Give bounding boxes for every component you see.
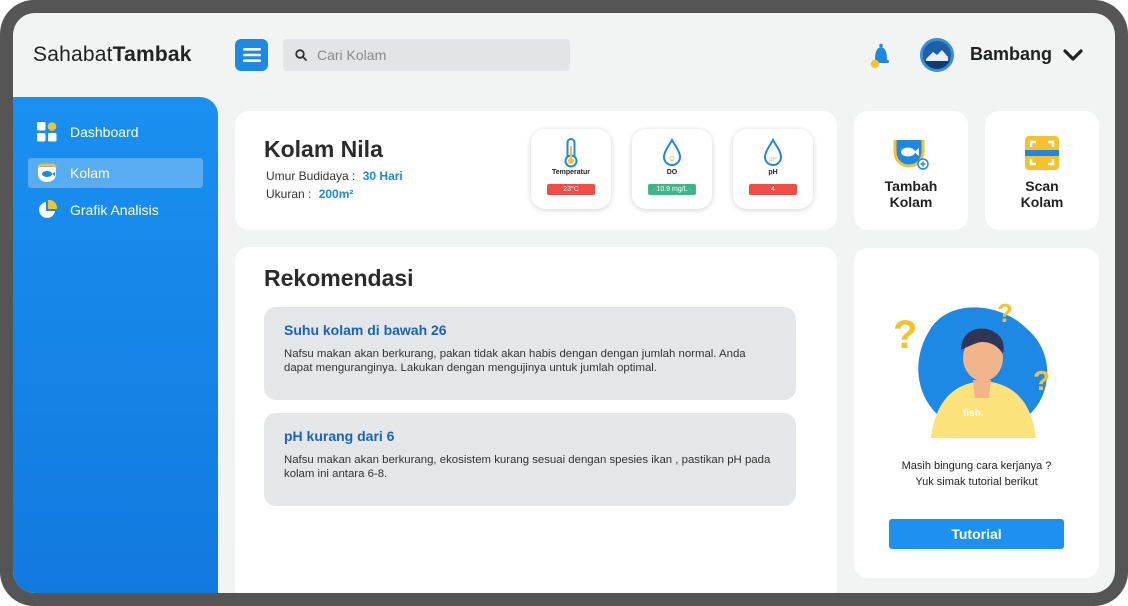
user-avatar[interactable] bbox=[920, 38, 954, 72]
pond-fish-icon bbox=[36, 162, 58, 184]
bell-icon bbox=[870, 43, 889, 69]
help-line2: Yuk simak tutorial berikut bbox=[915, 476, 1038, 488]
chevron-down-icon bbox=[1063, 49, 1083, 61]
sensor-value-badge: 4 bbox=[749, 184, 797, 195]
sensor-label: pH bbox=[768, 169, 778, 176]
svg-text:O: O bbox=[669, 156, 675, 163]
sidebar-item-label: Dashboard bbox=[70, 124, 139, 140]
sidebar-item-grafik-analisis[interactable]: Grafik Analisis bbox=[28, 195, 203, 225]
recommendation-heading: Suhu kolam di bawah 26 bbox=[284, 322, 447, 338]
device-frame: SahabatTambak Cari Kolam Bambang Dashboa… bbox=[0, 0, 1128, 606]
pond-size-value: 200m² bbox=[318, 187, 354, 201]
scan-pond-label: Scan Kolam bbox=[985, 178, 1099, 210]
pond-title: Kolam Nila bbox=[264, 136, 383, 162]
sensor-value-badge: 23°C bbox=[547, 184, 595, 195]
help-message: Masih bingung cara kerjanya ? Yuk simak … bbox=[854, 458, 1099, 490]
thermometer-icon bbox=[564, 138, 578, 168]
svg-text:?: ? bbox=[893, 313, 917, 357]
scan-icon bbox=[1025, 136, 1059, 170]
recommendation-card[interactable]: Suhu kolam di bawah 26 Nafsu makan akan … bbox=[264, 307, 796, 400]
sidebar-item-dashboard[interactable]: Dashboard bbox=[28, 117, 203, 147]
user-menu-toggle[interactable] bbox=[1062, 45, 1084, 65]
brand-light: Sahabat bbox=[33, 43, 113, 66]
recommendations-panel: Rekomendasi Suhu kolam di bawah 26 Nafsu… bbox=[235, 247, 837, 593]
pie-chart-icon bbox=[36, 199, 58, 221]
sensor-ph[interactable]: pH pH 4 bbox=[733, 129, 813, 209]
recommendation-body: Nafsu makan akan berkurang, pakan tidak … bbox=[284, 348, 746, 374]
user-name[interactable]: Bambang bbox=[970, 44, 1052, 65]
pond-age-value: 30 Hari bbox=[362, 169, 403, 183]
sensor-do[interactable]: O DO 10.9 mg/L bbox=[632, 129, 712, 209]
tutorial-button[interactable]: Tutorial bbox=[889, 519, 1064, 549]
help-line1: Masih bingung cara kerjanya ? bbox=[901, 460, 1052, 472]
add-pond-label-line1: Tambah bbox=[884, 178, 938, 194]
hamburger-icon bbox=[242, 48, 261, 62]
search-icon bbox=[295, 49, 307, 61]
confused-person-illustration: fish. ? ? ? bbox=[893, 298, 1050, 438]
pond-size-label: Ukuran : bbox=[266, 187, 312, 201]
scan-pond-label-line2: Kolam bbox=[1020, 194, 1064, 210]
recommendation-card[interactable]: pH kurang dari 6 Nafsu makan akan berkur… bbox=[264, 413, 796, 506]
dashboard-grid-icon bbox=[36, 121, 58, 143]
svg-text:?: ? bbox=[1033, 365, 1050, 396]
add-pond-label-line2: Kolam bbox=[889, 194, 933, 210]
recommendation-body: Nafsu makan akan berkurang, ekosistem ku… bbox=[284, 454, 771, 480]
scan-pond-button[interactable]: Scan Kolam bbox=[985, 111, 1099, 230]
water-drop-ph-icon: pH bbox=[763, 138, 783, 166]
sensor-label: DO bbox=[666, 169, 678, 176]
add-pond-label: Tambah Kolam bbox=[854, 178, 968, 210]
water-drop-o-icon: O bbox=[662, 138, 682, 166]
brand-logo: SahabatTambak bbox=[33, 43, 192, 67]
sensor-value-badge: 10.9 mg/L bbox=[648, 184, 696, 195]
pond-age: Umur Budidaya : 30 Hari bbox=[266, 169, 403, 183]
search-input[interactable] bbox=[317, 47, 557, 63]
svg-text:pH: pH bbox=[769, 157, 777, 163]
add-pond-button[interactable]: Tambah Kolam bbox=[854, 111, 968, 230]
search-bar bbox=[283, 39, 570, 71]
add-pond-icon bbox=[893, 140, 929, 170]
sidebar-item-kolam[interactable]: Kolam bbox=[28, 158, 203, 188]
pond-info-card: Kolam Nila Umur Budidaya : 30 Hari Ukura… bbox=[235, 111, 837, 230]
avatar-image bbox=[923, 41, 951, 69]
brand-bold: Tambak bbox=[112, 43, 192, 66]
sidebar-item-label: Grafik Analisis bbox=[70, 202, 159, 218]
sidebar-item-label: Kolam bbox=[70, 165, 110, 181]
shirt-text: fish. bbox=[963, 408, 984, 419]
notification-button[interactable] bbox=[865, 39, 897, 71]
recommendation-heading: pH kurang dari 6 bbox=[284, 428, 395, 444]
sidebar: Dashboard Kolam Grafik Analisis bbox=[13, 97, 218, 593]
sensor-label: Temperatur bbox=[552, 169, 590, 176]
menu-toggle-button[interactable] bbox=[235, 39, 268, 71]
sensor-temperature[interactable]: Temperatur 23°C bbox=[531, 129, 611, 209]
svg-text:?: ? bbox=[997, 298, 1013, 328]
recommendations-title: Rekomendasi bbox=[264, 265, 414, 291]
pond-size: Ukuran : 200m² bbox=[266, 187, 353, 201]
help-card: fish. ? ? ? Masih bingung cara kerjanya … bbox=[854, 248, 1099, 578]
pond-age-label: Umur Budidaya : bbox=[266, 169, 356, 183]
scan-pond-label-line1: Scan bbox=[1025, 178, 1059, 194]
app-screen: SahabatTambak Cari Kolam Bambang Dashboa… bbox=[13, 13, 1115, 593]
